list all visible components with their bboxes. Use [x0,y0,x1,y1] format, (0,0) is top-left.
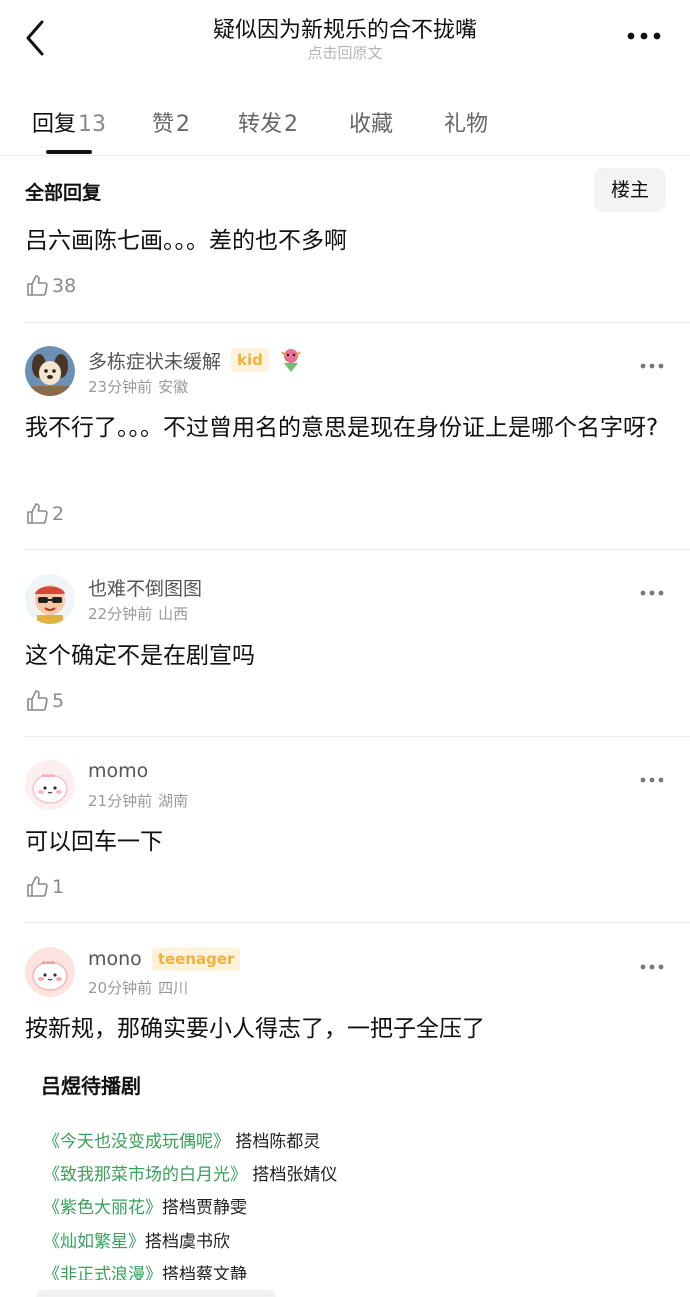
thumb-up-icon [27,876,48,897]
drama-partner: 搭档贾静雯 [162,1198,247,1218]
divider [25,736,690,737]
divider [25,549,690,550]
username[interactable]: 也难不倒图图 [88,574,202,601]
drama-title: 《今天也没变成玩偶呢》 [43,1132,230,1152]
tab-bar: 回复13 赞2 转发2 收藏 礼物 [0,100,690,156]
comment-location: 湖南 [158,792,189,810]
all-replies-heading: 全部回复 [25,182,102,204]
like-button[interactable]: 1 [25,874,64,900]
like-count: 5 [52,690,65,712]
username-text: 多栋症状未缓解 [88,350,222,373]
username[interactable]: mono teenager [88,947,241,971]
more-icon[interactable] [626,28,662,44]
drama-item: 《致我那菜市场的白月光》 搭档张婧仪 [43,1160,337,1185]
drama-partner: 搭档蔡文静 [162,1265,247,1280]
comment-location: 山西 [158,605,189,623]
comment-time: 21分钟前 [88,792,153,810]
thumb-up-icon [27,275,48,296]
like-button[interactable]: 5 [25,688,64,714]
user-badge: kid [231,348,269,372]
comment-text: 我不行了。。。不过曾用名的意思是现在身份证上是哪个名字呀? [25,415,659,441]
decoration-icon [277,346,305,374]
avatar[interactable] [25,947,75,997]
like-count: 2 [52,503,65,525]
drama-title: 《灿如繁星》 [43,1232,145,1252]
top-bar: 疑似因为新规乐的合不拢嘴 点击回原文 [0,0,690,80]
image-heading: 吕煜待播剧 [41,1074,141,1098]
tab-count: 2 [176,112,191,137]
comment-image[interactable]: 吕煜待播剧 《今天也没变成玩偶呢》 搭档陈都灵 《致我那菜市场的白月光》 搭档张… [25,1050,665,1280]
more-dots-icon[interactable] [640,355,664,369]
comment-meta: 22分钟前 山西 [88,603,188,624]
drama-title: 《非正式浪漫》 [43,1265,162,1280]
tab-label: 收藏 [349,112,394,137]
username-text: momo [88,760,149,782]
op-only-filter-button[interactable]: 楼主 [594,168,666,212]
like-count: 38 [52,275,77,297]
comment-time: 20分钟前 [88,979,153,997]
more-dots-icon[interactable] [640,956,664,970]
drama-item: 《紫色大丽花》搭档贾静雯 [43,1193,247,1218]
comment-location: 四川 [158,979,189,997]
username-text: 也难不倒图图 [88,578,203,600]
tab-likes[interactable]: 赞2 [152,106,190,138]
avatar[interactable] [25,346,75,396]
username-text: mono [88,948,142,970]
comment-meta: 21分钟前 湖南 [88,790,188,811]
drama-partner: 搭档张婧仪 [252,1165,338,1185]
active-tab-indicator [46,150,92,154]
tab-replies[interactable]: 回复13 [32,106,106,138]
drama-title: 《致我那菜市场的白月光》 [43,1165,247,1185]
drama-item: 《非正式浪漫》搭档蔡文静 [43,1260,247,1280]
avatar[interactable] [25,574,75,624]
drama-partner: 搭档陈都灵 [235,1132,321,1152]
comment-text: 可以回车一下 [25,829,163,855]
tab-favorites[interactable]: 收藏 [349,106,393,138]
tab-count: 2 [284,112,299,137]
like-count: 1 [52,876,65,898]
username[interactable]: 多栋症状未缓解 kid [88,346,305,374]
back-to-original-link[interactable]: 点击回原文 [0,42,690,63]
divider [25,922,690,923]
comment-meta: 23分钟前 安徽 [88,376,188,397]
user-badge: teenager [151,947,241,971]
more-dots-icon[interactable] [640,582,664,596]
like-button[interactable]: 38 [25,273,76,299]
drama-item: 《灿如繁星》搭档虞书欣 [43,1227,230,1252]
thumb-up-icon [27,503,48,524]
username[interactable]: momo [88,760,148,782]
tab-label: 礼物 [444,112,489,137]
post-title[interactable]: 疑似因为新规乐的合不拢嘴 [0,12,690,44]
tab-label: 回复 [32,112,77,137]
more-dots-icon[interactable] [640,769,664,783]
tab-count: 13 [78,112,107,137]
reply-input-bar[interactable] [36,1290,276,1297]
tab-label: 转发 [238,112,283,137]
tab-reposts[interactable]: 转发2 [238,106,298,138]
drama-item: 《今天也没变成玩偶呢》 搭档陈都灵 [43,1127,320,1152]
comment-text: 按新规，那确实要小人得志了，一把子全压了 [25,1016,485,1042]
comment-time: 22分钟前 [88,605,153,623]
drama-title: 《紫色大丽花》 [43,1198,162,1218]
tab-label: 赞 [152,112,175,137]
comment-time: 23分钟前 [88,378,153,396]
thumb-up-icon [27,690,48,711]
drama-partner: 搭档虞书欣 [145,1232,230,1252]
divider [25,322,690,323]
tab-gifts[interactable]: 礼物 [444,106,488,138]
like-button[interactable]: 2 [25,501,64,527]
comment-text: 这个确定不是在剧宣吗 [25,643,255,669]
avatar[interactable] [25,760,75,810]
reply-text: 吕六画陈七画。。。差的也不多啊 [25,228,347,254]
comment-meta: 20分钟前 四川 [88,977,188,998]
comment-location: 安徽 [158,378,189,396]
